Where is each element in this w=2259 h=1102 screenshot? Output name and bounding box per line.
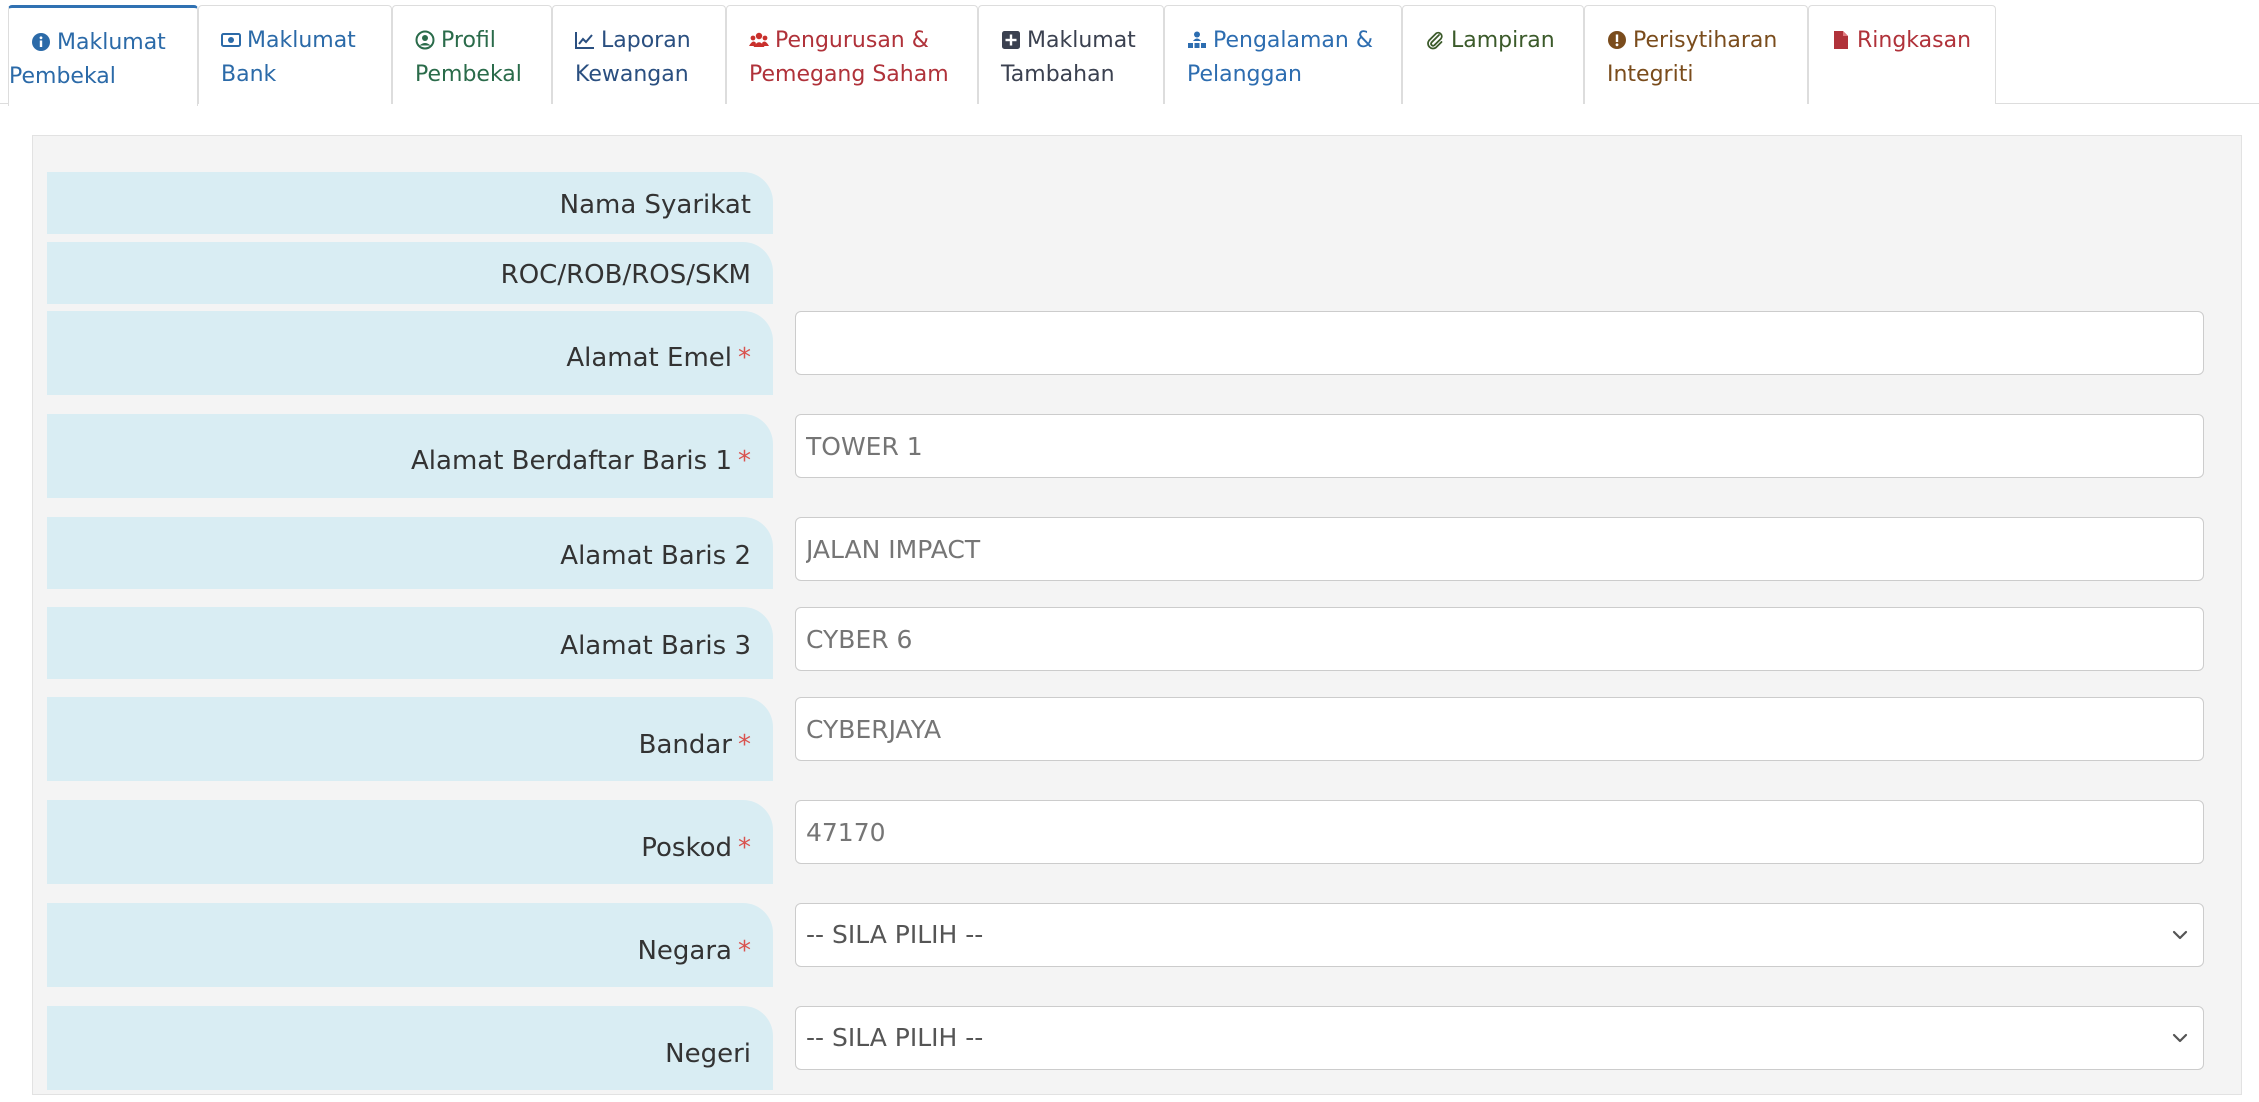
email-field[interactable] — [795, 311, 2204, 375]
city-field[interactable] — [795, 697, 2204, 761]
tab-pengalaman-pelanggan[interactable]: Pengalaman & Pelanggan — [1164, 5, 1402, 104]
tab-label: Pemegang Saham — [749, 62, 949, 87]
label-nama-syarikat: Nama Syarikat — [47, 172, 773, 234]
tab-label: Integriti — [1607, 62, 1694, 87]
tab-label: Bank — [221, 62, 277, 87]
tab-label: Maklumat — [1027, 28, 1136, 53]
tab-label: Tambahan — [1001, 62, 1115, 87]
paperclip-icon — [1425, 30, 1445, 50]
required-marker: * — [738, 936, 751, 966]
postcode-field[interactable] — [795, 800, 2204, 864]
label-text: Poskod — [641, 833, 732, 863]
label-text: Alamat Baris 3 — [560, 631, 751, 661]
label-alamat-baris-3: Alamat Baris 3 — [47, 607, 773, 679]
label-alamat-baris-1: Alamat Berdaftar Baris 1 * — [47, 414, 773, 498]
tab-maklumat-bank[interactable]: Maklumat Bank — [198, 5, 392, 104]
tab-lampiran[interactable]: Lampiran — [1402, 5, 1584, 104]
sitemap-icon — [1187, 30, 1207, 50]
label-text: Negeri — [665, 1039, 751, 1069]
label-text: Alamat Baris 2 — [560, 541, 751, 571]
tab-label: Maklumat — [57, 30, 166, 55]
tab-label: Pembekal — [9, 64, 116, 89]
file-icon — [1831, 30, 1851, 50]
label-bandar: Bandar * — [47, 697, 773, 781]
required-marker: * — [738, 833, 751, 863]
tab-laporan-kewangan[interactable]: Laporan Kewangan — [552, 5, 726, 104]
tab-label: Pelanggan — [1187, 62, 1302, 87]
tab-label: Maklumat — [247, 28, 356, 53]
money-bill-icon — [221, 30, 241, 50]
country-select[interactable]: -- SILA PILIH -- — [795, 903, 2204, 967]
label-text: Alamat Emel — [566, 343, 732, 373]
tab-bar: Maklumat Pembekal Maklumat Bank Profil P… — [0, 0, 2259, 106]
required-marker: * — [738, 730, 751, 760]
tab-maklumat-tambahan[interactable]: Maklumat Tambahan — [978, 5, 1164, 104]
address-line-2-field[interactable] — [795, 517, 2204, 581]
plus-square-icon — [1001, 30, 1021, 50]
info-circle-icon — [31, 32, 51, 52]
tab-ringkasan[interactable]: Ringkasan — [1808, 5, 1996, 104]
label-text: Alamat Berdaftar Baris 1 — [411, 446, 732, 476]
tab-label: Perisytiharan — [1633, 28, 1778, 53]
tab-label: Pembekal — [415, 62, 522, 87]
label-text: Bandar — [638, 730, 732, 760]
tab-label: Ringkasan — [1857, 28, 1972, 53]
tab-label: Pengalaman & — [1213, 28, 1374, 53]
label-roc: ROC/ROB/ROS/SKM — [47, 242, 773, 304]
tab-label: Kewangan — [575, 62, 689, 87]
tab-pengurusan-pemegang-saham[interactable]: Pengurusan & Pemegang Saham — [726, 5, 978, 104]
tab-perisytiharan-integriti[interactable]: Perisytiharan Integriti — [1584, 5, 1808, 104]
tab-label: Lampiran — [1451, 28, 1555, 53]
select-value: -- SILA PILIH -- — [806, 920, 984, 949]
tab-label: Pengurusan & — [775, 28, 929, 53]
address-line-1-field[interactable] — [795, 414, 2204, 478]
required-marker: * — [738, 446, 751, 476]
address-line-3-field[interactable] — [795, 607, 2204, 671]
line-chart-icon — [575, 30, 595, 50]
label-negeri: Negeri — [47, 1006, 773, 1090]
required-marker: * — [738, 343, 751, 373]
label-negara: Negara * — [47, 903, 773, 987]
select-value: -- SILA PILIH -- — [806, 1023, 984, 1052]
user-circle-icon — [415, 30, 435, 50]
chevron-down-icon — [2171, 926, 2189, 944]
label-alamat-emel: Alamat Emel * — [47, 311, 773, 395]
label-text: ROC/ROB/ROS/SKM — [500, 260, 751, 290]
tab-profil-pembekal[interactable]: Profil Pembekal — [392, 5, 552, 104]
tab-label: Profil — [441, 28, 496, 53]
label-poskod: Poskod * — [47, 800, 773, 884]
tab-label: Laporan — [601, 28, 691, 53]
state-select[interactable]: -- SILA PILIH -- — [795, 1006, 2204, 1070]
chevron-down-icon — [2171, 1029, 2189, 1047]
label-alamat-baris-2: Alamat Baris 2 — [47, 517, 773, 589]
label-text: Nama Syarikat — [559, 190, 751, 220]
tab-maklumat-pembekal[interactable]: Maklumat Pembekal — [8, 5, 198, 106]
label-text: Negara — [637, 936, 732, 966]
exclamation-circle-icon — [1607, 30, 1627, 50]
users-icon — [749, 30, 769, 50]
